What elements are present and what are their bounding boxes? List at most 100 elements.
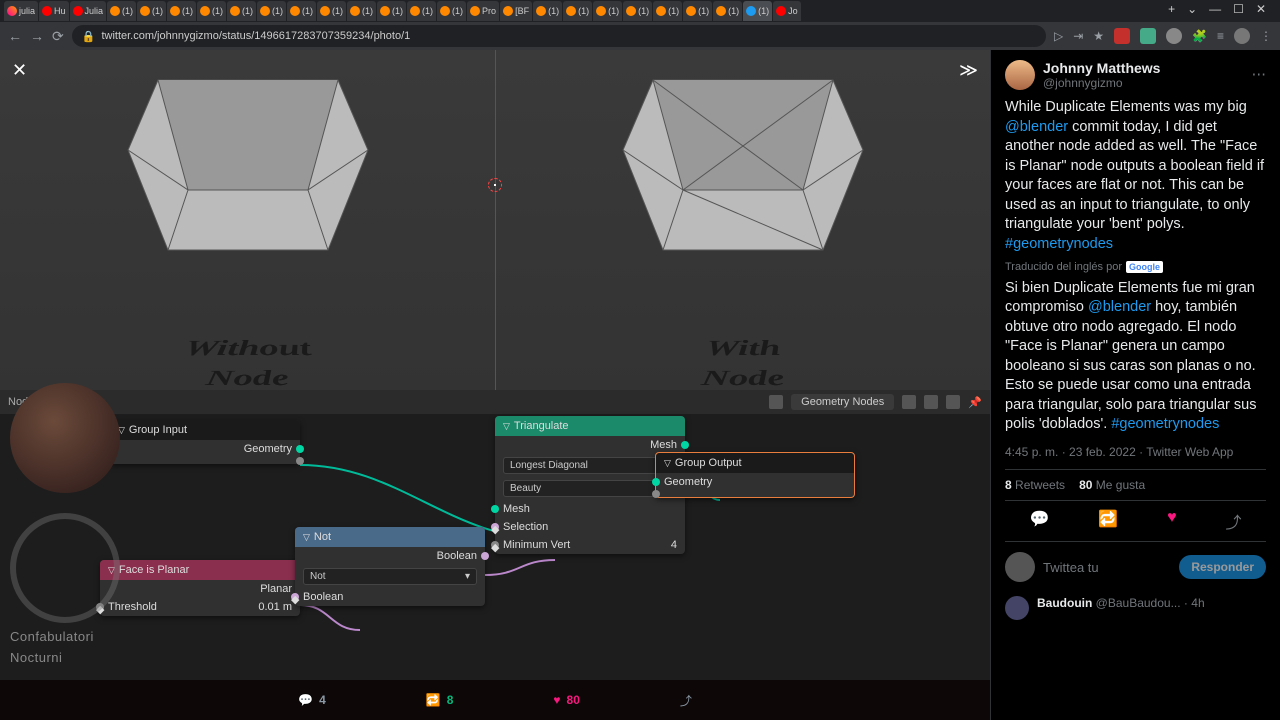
avatar[interactable] <box>1005 60 1035 90</box>
star-icon[interactable]: ★ <box>1093 29 1104 43</box>
new-tab-icon[interactable]: + <box>1168 2 1175 16</box>
kebab-icon[interactable]: ⋮ <box>1260 29 1272 43</box>
label-with: With <box>480 336 1006 361</box>
tweet-author-name[interactable]: Johnny Matthews <box>1043 60 1160 76</box>
browser-tab[interactable]: (1) <box>683 1 712 21</box>
reload-button[interactable]: ⟳ <box>52 28 64 45</box>
ext-icon[interactable] <box>1140 28 1156 44</box>
browser-tab[interactable]: Hu <box>39 1 69 21</box>
reply-avatar[interactable] <box>1005 596 1029 620</box>
dl-icon[interactable]: ⇥ <box>1073 29 1083 43</box>
ngon-method-dropdown[interactable]: Beauty▾ <box>503 480 677 497</box>
ext-icon[interactable] <box>1114 28 1130 44</box>
browser-tab[interactable]: Julia <box>70 1 107 21</box>
browser-tab-strip: juliaHuJulia(1)(1)(1)(1)(1)(1)(1)(1)(1)(… <box>0 0 1280 22</box>
browser-tab[interactable]: (1) <box>107 1 136 21</box>
reply-icon[interactable]: 💬 <box>1029 509 1049 533</box>
chevron-down-icon[interactable]: ⌄ <box>1187 2 1197 16</box>
mention-link[interactable]: @blender <box>1005 119 1068 135</box>
browser-tab[interactable]: (1) <box>743 1 772 21</box>
tweet-stats: 8 Retweets 80 Me gusta <box>1005 469 1266 501</box>
media-action-bar: 💬 4 🔁 8 ♥ 80 ⤴ <box>0 680 990 720</box>
extensions-icon[interactable]: 🧩 <box>1192 29 1207 43</box>
label-node: Node <box>0 366 511 391</box>
menu-icon[interactable]: ≡ <box>1217 29 1224 43</box>
reply-item[interactable]: Baudouin @BauBaudou... · 4h <box>1005 596 1266 620</box>
node-group-input[interactable]: ▽Group Input Geometry <box>110 420 300 464</box>
ext-icon[interactable] <box>1166 28 1182 44</box>
retweet-count[interactable]: 8 Retweets <box>1005 478 1065 492</box>
browser-tab[interactable]: (1) <box>287 1 316 21</box>
like-count[interactable]: 80 Me gusta <box>1079 478 1145 492</box>
like-icon[interactable]: ♥ <box>1167 509 1177 533</box>
tweet-body: While Duplicate Elements was my big @ble… <box>1005 98 1266 255</box>
browser-tab[interactable]: (1) <box>563 1 592 21</box>
browser-tab[interactable]: (1) <box>347 1 376 21</box>
share-button[interactable]: ⤴ <box>680 692 692 709</box>
reply-button[interactable]: 💬 4 <box>298 693 326 707</box>
close-window-icon[interactable]: ✕ <box>1256 2 1266 16</box>
maximize-icon[interactable]: ☐ <box>1233 2 1244 16</box>
node-boolean-not[interactable]: ▽Not Boolean Not▾ ◆Boolean <box>295 527 485 606</box>
browser-tab[interactable]: (1) <box>227 1 256 21</box>
label-node: Node <box>480 366 1006 391</box>
window-controls: + ⌄ — ☐ ✕ <box>1160 2 1274 16</box>
share-icon[interactable]: ⤴ <box>1226 509 1242 533</box>
toolbar-right: ▷ ⇥ ★ 🧩 ≡ ⋮ <box>1054 28 1272 44</box>
reply-button[interactable]: Responder <box>1179 555 1266 579</box>
browser-tab[interactable]: (1) <box>167 1 196 21</box>
geometry-node-editor[interactable]: Node Geometry Nodes 📌 ▽Group Input Geome… <box>0 390 990 680</box>
translated-badge: Traducido del inglés por Google <box>1005 261 1266 273</box>
profile-icon[interactable] <box>1234 28 1250 44</box>
pin-icon[interactable] <box>769 395 783 409</box>
like-button[interactable]: ♥ 80 <box>553 693 579 707</box>
back-button[interactable]: ← <box>8 28 22 44</box>
next-arrow-icon[interactable]: ≫ <box>959 60 978 81</box>
browser-tab[interactable]: (1) <box>257 1 286 21</box>
browser-tab[interactable]: (1) <box>593 1 622 21</box>
reply-input[interactable]: Twittea tu <box>1043 560 1171 575</box>
browser-tab[interactable]: (1) <box>437 1 466 21</box>
browser-tab[interactable]: (1) <box>623 1 652 21</box>
tweet-author-handle[interactable]: @johnnygizmo <box>1043 76 1160 90</box>
not-dropdown[interactable]: Not▾ <box>303 568 477 585</box>
browser-tab[interactable]: (1) <box>653 1 682 21</box>
browser-tab[interactable]: (1) <box>713 1 742 21</box>
fake-user-icon[interactable] <box>924 395 938 409</box>
mention-link[interactable]: @blender <box>1088 299 1151 315</box>
browser-tab[interactable]: julia <box>4 1 38 21</box>
quad-method-dropdown[interactable]: Longest Diagonal▾ <box>503 457 677 474</box>
unlink-icon[interactable] <box>946 395 960 409</box>
retweet-icon[interactable]: 🔁 <box>1098 509 1118 533</box>
node-header-label: Node <box>8 396 34 408</box>
hashtag-link[interactable]: #geometrynodes <box>1005 236 1113 252</box>
browser-tab[interactable]: (1) <box>533 1 562 21</box>
node-tree-name[interactable]: Geometry Nodes <box>791 394 894 410</box>
self-avatar[interactable] <box>1005 552 1035 582</box>
node-face-is-planar[interactable]: ▽Face is Planar Planar ◆Threshold0.01 m <box>100 560 300 616</box>
browser-tab[interactable]: Pro <box>467 1 499 21</box>
more-icon[interactable]: ⋯ <box>1252 67 1267 83</box>
browser-tab[interactable]: (1) <box>197 1 226 21</box>
browser-tab[interactable]: (1) <box>137 1 166 21</box>
browser-tab[interactable]: (1) <box>317 1 346 21</box>
tweet-sidebar[interactable]: Johnny Matthews @johnnygizmo ⋯ While Dup… <box>990 50 1280 720</box>
forward-button[interactable]: → <box>30 28 44 44</box>
label-without: Without <box>0 336 511 361</box>
browser-tab[interactable]: (1) <box>377 1 406 21</box>
browser-tab[interactable]: [BF <box>500 1 532 21</box>
tweet-timestamp[interactable]: 4:45 p. m. · 23 feb. 2022 · Twitter Web … <box>1005 445 1266 459</box>
address-bar: ← → ⟳ 🔒 twitter.com/johnnygizmo/status/1… <box>0 22 1280 50</box>
minimize-icon[interactable]: — <box>1209 2 1221 16</box>
close-icon[interactable]: ✕ <box>12 60 27 81</box>
browser-tab[interactable]: (1) <box>407 1 436 21</box>
media-viewer: ✕ ≫ Without Node <box>0 50 990 720</box>
cast-icon[interactable]: ▷ <box>1054 29 1063 43</box>
browser-tab[interactable]: Jo <box>773 1 801 21</box>
node-group-output[interactable]: ▽Group Output Geometry <box>655 452 855 498</box>
retweet-button[interactable]: 🔁 8 <box>426 693 454 707</box>
pin-icon[interactable]: 📌 <box>968 396 982 409</box>
shield-icon[interactable] <box>902 395 916 409</box>
url-field[interactable]: 🔒 twitter.com/johnnygizmo/status/1496617… <box>72 25 1046 47</box>
hashtag-link[interactable]: #geometrynodes <box>1111 416 1219 432</box>
